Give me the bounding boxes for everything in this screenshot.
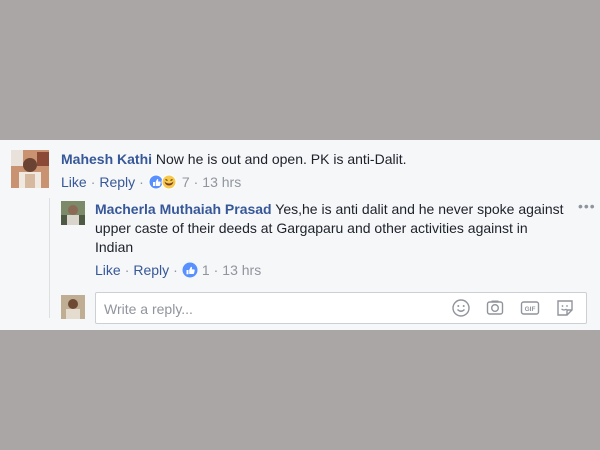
thread-line bbox=[49, 198, 50, 318]
reply-body: Macherla Muthaiah Prasad Yes,he is anti … bbox=[95, 200, 567, 257]
separator: · bbox=[124, 262, 130, 278]
comment-actions: Like · Reply · 7 · 13 hrs bbox=[61, 174, 241, 190]
svg-text:GIF: GIF bbox=[525, 306, 536, 313]
reactions-summary[interactable] bbox=[182, 262, 198, 278]
camera-icon[interactable] bbox=[485, 298, 505, 318]
avatar[interactable] bbox=[61, 201, 85, 225]
timestamp[interactable]: 13 hrs bbox=[202, 174, 241, 190]
comment-thread: Mahesh Kathi Now he is out and open. PK … bbox=[0, 140, 600, 330]
sticker-icon[interactable] bbox=[555, 298, 575, 318]
like-reaction-icon bbox=[182, 262, 198, 278]
separator: · bbox=[193, 174, 199, 190]
reply-link[interactable]: Reply bbox=[99, 174, 135, 190]
reaction-count[interactable]: 1 bbox=[202, 262, 210, 278]
like-link[interactable]: Like bbox=[95, 262, 121, 278]
reply-input[interactable] bbox=[102, 298, 446, 320]
gif-icon[interactable]: GIF bbox=[520, 298, 540, 318]
timestamp[interactable]: 13 hrs bbox=[222, 262, 261, 278]
avatar[interactable] bbox=[11, 150, 49, 188]
like-reaction-icon bbox=[148, 174, 177, 190]
reply-actions: Like · Reply · 1 · 13 hrs bbox=[95, 262, 261, 278]
separator: · bbox=[213, 262, 219, 278]
current-user-avatar bbox=[61, 295, 85, 319]
emoji-icon[interactable] bbox=[451, 298, 471, 318]
comment-author[interactable]: Mahesh Kathi bbox=[61, 151, 152, 167]
reply-composer[interactable]: GIF bbox=[95, 292, 587, 324]
reply-author[interactable]: Macherla Muthaiah Prasad bbox=[95, 201, 272, 217]
reactions-summary[interactable] bbox=[148, 174, 178, 190]
comment-text: Now he is out and open. PK is anti-Dalit… bbox=[155, 151, 407, 167]
separator: · bbox=[173, 262, 178, 278]
separator: · bbox=[139, 174, 144, 190]
like-link[interactable]: Like bbox=[61, 174, 87, 190]
comment-body: Mahesh Kathi Now he is out and open. PK … bbox=[61, 150, 581, 168]
reply-link[interactable]: Reply bbox=[133, 262, 169, 278]
reaction-count[interactable]: 7 bbox=[182, 174, 190, 190]
separator: · bbox=[90, 174, 96, 190]
more-options-icon[interactable]: ••• bbox=[578, 198, 596, 214]
